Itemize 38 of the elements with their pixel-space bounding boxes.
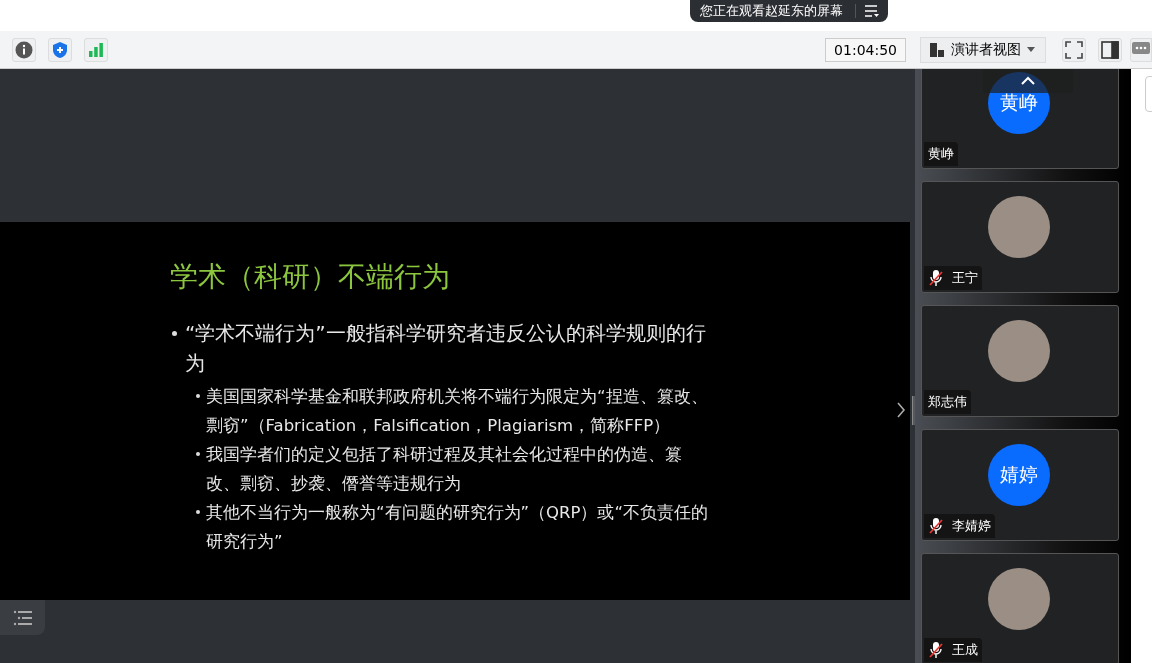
participant-name: 黄峥 — [928, 145, 954, 163]
security-button[interactable] — [48, 37, 72, 62]
signal-bars-icon — [87, 40, 105, 59]
layout-icon — [929, 41, 945, 58]
participant-name: 王宁 — [952, 269, 978, 287]
fullscreen-button[interactable] — [1062, 37, 1086, 62]
muted-mic-icon — [928, 517, 944, 535]
info-button[interactable] — [12, 37, 36, 62]
banner-text: 您正在观看赵延东的屏幕 — [700, 2, 843, 20]
panel-icon — [1101, 40, 1119, 59]
bullet-text: 我国学者们的定义包括了科研过程及其社会化过程中的伪造、篡改、剽窃、抄袭、僭誉等违规行为 — [206, 444, 683, 495]
bullet-text: 其他不当行为一般称为“有问题的研究行为”（QRP）或“不负责任的研究行为” — [206, 502, 710, 553]
avatar: 婧婷 — [988, 444, 1050, 506]
bullet-text: 美国国家科学基金和联邦政府机关将不端行为限定为“捏造、篡改、剽窃”（Fabrication，Falsification，Plagiarism，简称FFP） — [206, 386, 709, 437]
view-dropdown[interactable]: 演讲者视图 — [920, 36, 1046, 63]
resize-handle[interactable] — [912, 396, 915, 425]
muted-mic-icon — [928, 269, 944, 287]
slide-title: 学术（科研）不端行为 — [170, 259, 451, 295]
chat-button[interactable] — [1130, 37, 1152, 62]
participant-name: 王成 — [952, 641, 978, 659]
outline-button[interactable] — [0, 600, 45, 635]
shield-icon — [51, 40, 69, 59]
info-icon — [15, 40, 33, 59]
menu-icon[interactable] — [855, 4, 880, 18]
bullet-icon — [172, 331, 177, 336]
side-panel-button[interactable] — [1098, 37, 1122, 62]
list-icon — [12, 609, 33, 626]
bullet-text: “学术不端行为”一般指科学研究者违反公认的科学规则的行为 — [185, 320, 707, 377]
fullscreen-icon — [1065, 40, 1083, 59]
bullet-icon — [196, 394, 200, 398]
participant-name: 李婧婷 — [952, 517, 991, 535]
meeting-timer: 01:04:50 — [825, 37, 906, 62]
muted-mic-icon — [928, 641, 944, 659]
caret-icon — [1027, 47, 1035, 52]
participant-name: 郑志伟 — [928, 393, 967, 411]
chevron-right-icon[interactable] — [896, 402, 906, 418]
bullet-icon — [196, 452, 200, 456]
bullet-icon — [196, 510, 200, 514]
